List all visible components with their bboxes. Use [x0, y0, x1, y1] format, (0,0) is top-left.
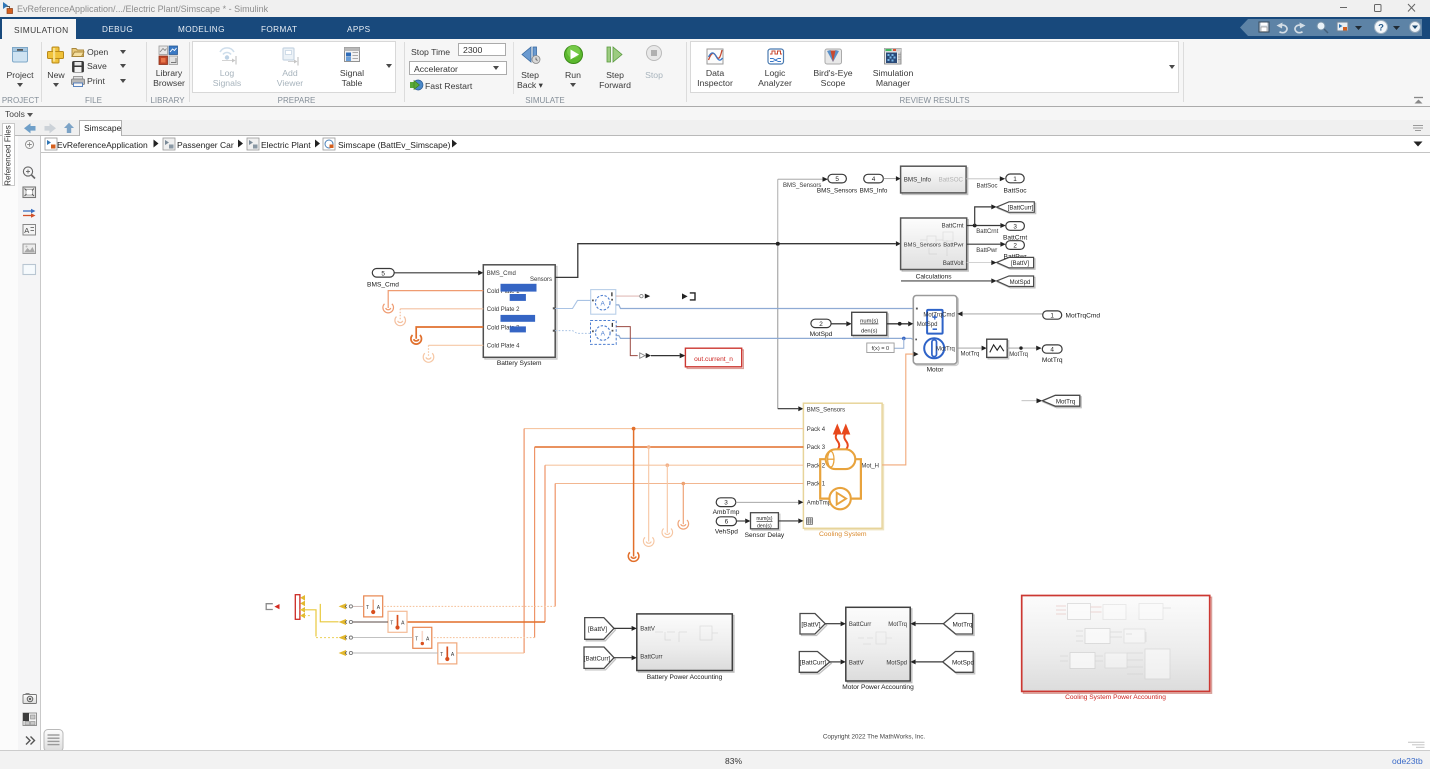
- svg-text:4: 4: [872, 176, 876, 183]
- svg-text:MotSpd: MotSpd: [917, 322, 938, 328]
- svg-text:[BattV]: [BattV]: [1011, 261, 1029, 267]
- svg-text:2: 2: [1013, 243, 1017, 250]
- svg-text:MotTrq: MotTrq: [1042, 357, 1063, 364]
- svg-text:Cold Plate 1: Cold Plate 1: [487, 289, 520, 295]
- svg-text:Pack 3: Pack 3: [807, 445, 826, 451]
- svg-text:Cold Plate 3: Cold Plate 3: [487, 326, 520, 332]
- svg-text:MotTrq: MotTrq: [1056, 398, 1076, 405]
- svg-text:3: 3: [724, 500, 728, 507]
- svg-text:[BattCurr]: [BattCurr]: [1008, 206, 1034, 212]
- svg-text:BattSOC: BattSOC: [939, 177, 964, 184]
- svg-text:MotTrq: MotTrq: [888, 622, 907, 628]
- svg-text:Battery System: Battery System: [497, 360, 542, 367]
- svg-text:MotTrq: MotTrq: [952, 621, 972, 628]
- svg-text:T: T: [390, 620, 393, 626]
- svg-text:MotTrq: MotTrq: [1009, 352, 1028, 358]
- svg-text:BattPwr: BattPwr: [943, 242, 963, 248]
- svg-text:BattV: BattV: [640, 626, 655, 632]
- svg-text:1: 1: [1050, 313, 1054, 320]
- svg-text:A: A: [401, 620, 405, 626]
- svg-text:den(s): den(s): [757, 524, 772, 530]
- svg-text:out.current_n: out.current_n: [694, 356, 733, 363]
- svg-text:den(s): den(s): [861, 328, 878, 334]
- svg-text:Pack 4: Pack 4: [807, 427, 826, 433]
- svg-text:MotTrqCmd: MotTrqCmd: [1066, 312, 1101, 319]
- svg-text:BMS_Sensors: BMS_Sensors: [807, 407, 845, 413]
- svg-text:MotSpd: MotSpd: [952, 660, 974, 667]
- svg-text:[BattV]: [BattV]: [588, 626, 607, 633]
- svg-text:MotSpd: MotSpd: [1010, 280, 1031, 286]
- svg-text:Cold Plate 4: Cold Plate 4: [487, 344, 520, 350]
- svg-text:A: A: [601, 300, 606, 307]
- svg-text:Cold Plate 2: Cold Plate 2: [487, 307, 520, 313]
- svg-text:[BattV]: [BattV]: [801, 621, 820, 628]
- svg-text:MotTrq: MotTrq: [961, 351, 980, 357]
- svg-text:A: A: [601, 331, 606, 338]
- svg-text:[BattCurr]: [BattCurr]: [584, 655, 611, 662]
- svg-text:3: 3: [1013, 224, 1017, 231]
- svg-text:MotTrqCmd: MotTrqCmd: [923, 312, 954, 318]
- svg-text:BattV: BattV: [849, 661, 864, 667]
- svg-text:MotTrq: MotTrq: [936, 346, 955, 352]
- svg-text:Battery Power Accounting: Battery Power Accounting: [647, 674, 723, 681]
- svg-text:Sensor Delay: Sensor Delay: [745, 532, 785, 539]
- svg-text:A: A: [451, 652, 455, 658]
- svg-text:Copyright 2022 The MathWorks,: Copyright 2022 The MathWorks, Inc.: [823, 734, 926, 741]
- svg-text:BMS_Sensors: BMS_Sensors: [904, 242, 941, 248]
- svg-text:MotSpd: MotSpd: [810, 331, 833, 338]
- svg-text:Sensors: Sensors: [530, 277, 552, 283]
- svg-text:Motor Power Accounting: Motor Power Accounting: [842, 684, 914, 691]
- svg-text:Pack 1: Pack 1: [807, 482, 826, 488]
- svg-text:Motor: Motor: [927, 367, 945, 374]
- svg-text:BattCurr: BattCurr: [640, 654, 662, 660]
- svg-text:BattPwr: BattPwr: [976, 248, 997, 254]
- svg-text:f(x) = 0: f(x) = 0: [872, 346, 890, 352]
- svg-text:BMS_Info: BMS_Info: [904, 177, 932, 184]
- svg-text:BattCrnt: BattCrnt: [942, 224, 964, 230]
- svg-text:Cooling System: Cooling System: [819, 531, 867, 538]
- svg-text:BMS_Cmd: BMS_Cmd: [367, 281, 399, 288]
- svg-text:5: 5: [381, 270, 385, 277]
- svg-text:BMS_Sensors: BMS_Sensors: [783, 183, 821, 189]
- svg-text:?: ?: [1378, 23, 1384, 34]
- svg-text:BattPwr: BattPwr: [1004, 253, 1028, 260]
- svg-text:BattCrnt: BattCrnt: [1003, 234, 1027, 241]
- svg-text:AmbTmp: AmbTmp: [807, 501, 832, 507]
- svg-text:BattSoc: BattSoc: [977, 183, 998, 189]
- svg-text:[BattCurr]: [BattCurr]: [800, 660, 827, 667]
- svg-text:5: 5: [835, 176, 839, 183]
- svg-text:A: A: [426, 636, 430, 642]
- svg-text:Pack 2: Pack 2: [807, 463, 826, 469]
- svg-text:T: T: [440, 652, 443, 658]
- svg-text:MotSpd: MotSpd: [886, 661, 907, 667]
- svg-text:2: 2: [819, 321, 823, 328]
- svg-text:BattVolt: BattVolt: [943, 261, 964, 267]
- svg-text:T: T: [366, 605, 369, 611]
- svg-text:6: 6: [725, 519, 729, 526]
- svg-text:BMS_Sensors: BMS_Sensors: [817, 187, 857, 194]
- svg-text:T: T: [415, 636, 418, 642]
- svg-text:num(s): num(s): [756, 516, 772, 522]
- svg-text:BattSoc: BattSoc: [1003, 188, 1027, 195]
- svg-text:Cooling System Power Accountin: Cooling System Power Accounting: [1065, 694, 1166, 701]
- svg-text:4: 4: [1050, 347, 1054, 354]
- svg-text:BattCurr: BattCurr: [849, 622, 871, 628]
- svg-text:VehSpd: VehSpd: [715, 528, 738, 535]
- svg-text:A: A: [377, 605, 381, 611]
- svg-text:BMS_Info: BMS_Info: [860, 187, 888, 194]
- svg-text:BattCrnt: BattCrnt: [976, 229, 998, 235]
- svg-text:Mot_H: Mot_H: [861, 463, 879, 469]
- svg-text:1: 1: [1013, 176, 1017, 183]
- svg-text:AmbTmp: AmbTmp: [713, 509, 740, 516]
- svg-text:Calculations: Calculations: [916, 274, 953, 281]
- svg-text:BMS_Cmd: BMS_Cmd: [487, 271, 516, 277]
- svg-text:num(s): num(s): [860, 318, 878, 324]
